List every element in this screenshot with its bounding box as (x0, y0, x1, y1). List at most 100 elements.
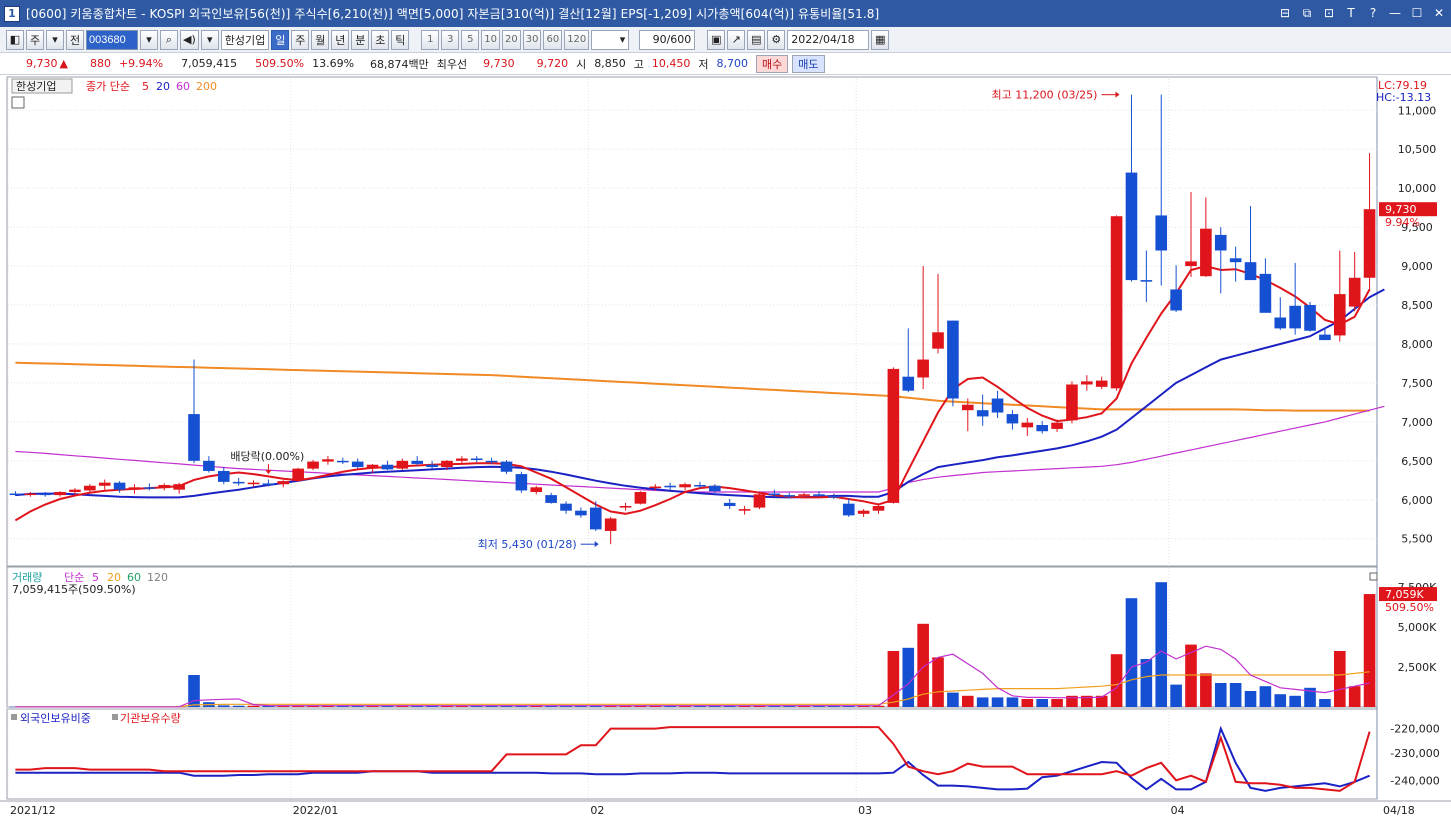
interval-120-button[interactable]: 120 (564, 29, 590, 50)
maximize-icon[interactable]: ☐ (1409, 4, 1425, 22)
interval-30-button[interactable]: 30 (522, 29, 542, 50)
candle-body (1110, 216, 1123, 389)
candle-body (828, 495, 840, 498)
data-count-input[interactable]: 90/600 (639, 29, 696, 50)
date-input[interactable]: 2022/04/18 (787, 29, 870, 50)
pane-resize-handle[interactable] (1369, 572, 1378, 581)
candle-body (1036, 424, 1048, 432)
candle-body (84, 485, 96, 491)
speaker-icon[interactable]: ◀) (180, 29, 199, 50)
period-second-button[interactable]: 초 (371, 29, 390, 50)
help-icon[interactable]: ? (1365, 4, 1381, 22)
open-price: 8,850 (594, 57, 626, 70)
price-tick-label: 9,000 (1401, 260, 1433, 273)
window-number-badge[interactable]: 1 (4, 5, 20, 22)
x-tick-label: 2022/01 (293, 804, 339, 817)
volume-bar (1363, 594, 1376, 707)
interval-3-button[interactable]: 3 (441, 29, 460, 50)
candle-body (1021, 422, 1034, 428)
all-button[interactable]: 전 (66, 29, 84, 50)
x-tick-label: 02 (590, 804, 604, 817)
volume-bar (1140, 659, 1153, 707)
volume-bar (217, 705, 230, 707)
stock-name: 한성기업 (224, 33, 266, 47)
stock-name-box[interactable]: 한성기업 (220, 29, 270, 50)
period-day-button[interactable]: 일 (271, 29, 290, 50)
close-icon[interactable]: ✕ (1431, 4, 1447, 22)
candle-body (887, 368, 900, 503)
draw-tool-icon[interactable]: ↗ (727, 29, 746, 50)
last-volume-label: 7,059K (1385, 588, 1424, 601)
price-tick-label: 11,000 (1398, 104, 1437, 117)
high-price: 10,450 (651, 57, 691, 70)
interval-1-button[interactable]: 1 (421, 29, 440, 50)
interval-60-button[interactable]: 60 (543, 29, 563, 50)
search-icon[interactable]: ⌕ (160, 29, 178, 50)
period-minute-button[interactable]: 분 (351, 29, 370, 50)
settings-gear-icon[interactable]: ⚙ (767, 29, 786, 50)
candle-body (1095, 380, 1108, 387)
volume-bar (1036, 699, 1048, 707)
copy-icon[interactable]: ⧉ (1299, 4, 1315, 22)
candle-body (1319, 334, 1331, 341)
investor-tick-label: -220,000 (1390, 723, 1439, 736)
legend-ma20: 20 (156, 80, 170, 93)
candle-body (9, 493, 22, 496)
candle-body (470, 458, 483, 461)
data-count-total: /600 (666, 33, 692, 46)
font-icon[interactable]: T (1343, 4, 1359, 22)
candle-body (709, 485, 721, 492)
candle-body (634, 491, 647, 504)
market-dropdown-icon[interactable]: ▾ (46, 29, 64, 50)
candle-body (337, 460, 349, 463)
candle-body (1185, 261, 1197, 267)
calendar-icon[interactable]: ▦ (871, 29, 890, 50)
interval-10-button[interactable]: 10 (481, 29, 500, 50)
date-value: 2022/04/18 (791, 33, 855, 46)
candle-body (1006, 414, 1019, 424)
price-tick-label: 8,500 (1401, 299, 1433, 312)
interval-dropdown[interactable]: ▾ (591, 29, 630, 50)
save-icon[interactable]: ▤ (747, 29, 766, 50)
candle-body (441, 460, 453, 468)
market-type-select[interactable]: 주 (26, 29, 44, 50)
candle-body (753, 494, 766, 508)
bookmark-icon[interactable]: ▣ (707, 29, 726, 50)
price-tick-label: 6,500 (1401, 455, 1433, 468)
table-icon[interactable] (11, 96, 25, 109)
code-dropdown-icon[interactable]: ▾ (140, 29, 158, 50)
stock-code-input[interactable] (86, 29, 138, 50)
volume-bar (932, 657, 944, 707)
investor-legend-institution: 기관보유수량 (120, 712, 181, 725)
candle-body (232, 481, 245, 484)
last-price-label: 9,730 (1385, 203, 1417, 216)
chart-svg[interactable]: 5,500 6,000 6,500 7,000 7,500 8,000 8,500 9,000… (0, 75, 1451, 823)
candle-body (679, 484, 691, 488)
minimize-icon[interactable]: — (1387, 4, 1403, 22)
prev-icon[interactable]: ▾ (200, 29, 219, 50)
chart-area[interactable]: 5,500 6,000 6,500 7,000 7,500 8,000 8,500 9,000… (0, 75, 1451, 823)
volume-bar (976, 697, 989, 707)
candle-body (1244, 262, 1257, 281)
candle-body (262, 483, 275, 485)
investor-tick-label: -240,000 (1390, 774, 1439, 787)
period-tick-button[interactable]: 틱 (391, 29, 410, 50)
sell-button[interactable]: 매도 (792, 54, 825, 73)
period-year-button[interactable]: 년 (331, 29, 350, 50)
window-titlebar: 1 [0600] 키움종합차트 - KOSPI 외국인보유[56(천)] 주식수… (0, 0, 1451, 27)
pin-icon[interactable]: ⊡ (1321, 4, 1337, 22)
candle-body (426, 464, 438, 468)
candle-body (738, 509, 751, 511)
buy-button[interactable]: 매수 (756, 54, 789, 73)
period-month-button[interactable]: 월 (311, 29, 330, 50)
interval-5-button[interactable]: 5 (461, 29, 480, 50)
volume-bar (991, 697, 1004, 707)
low-price: 8,700 (716, 57, 749, 70)
layout-icon[interactable]: ◧ (6, 29, 24, 50)
candle-body (411, 460, 424, 464)
candle-body (203, 460, 215, 471)
link-icon[interactable]: ⊟ (1277, 4, 1293, 22)
period-week-button[interactable]: 주 (291, 29, 310, 50)
volume-bar (1200, 673, 1212, 707)
interval-20-button[interactable]: 20 (501, 29, 521, 50)
